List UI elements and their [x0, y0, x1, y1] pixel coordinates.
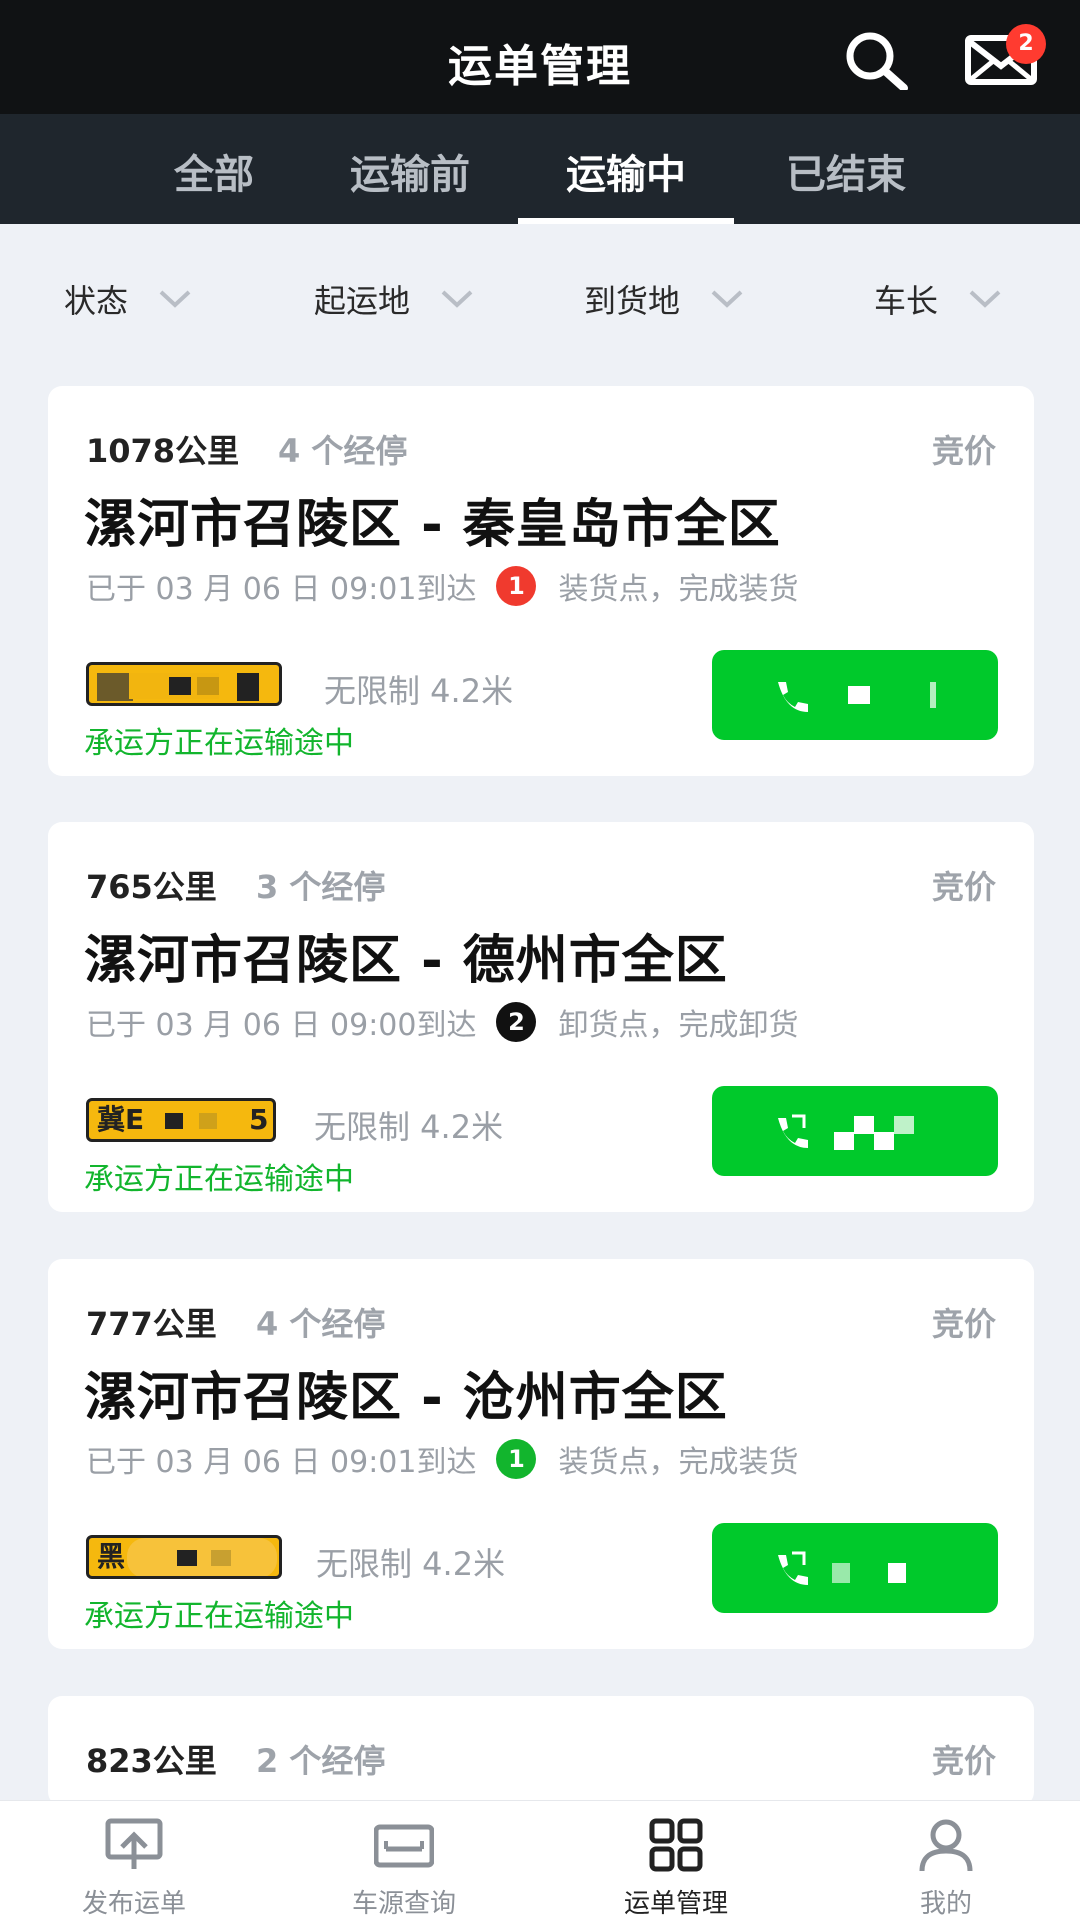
point-description: 卸货点，完成卸货 — [558, 1008, 799, 1043]
order-stops: 4 个经停 — [256, 1305, 386, 1343]
grid-icon — [649, 1818, 703, 1872]
filter-destination-label: 到货地 — [584, 282, 681, 320]
point-description: 装货点，完成装货 — [558, 572, 799, 607]
order-arrival: 已于 03 月 06 日 09:00到达 2 卸货点，完成卸货 — [86, 1000, 798, 1044]
nav-publish-order[interactable]: 发布运单 — [34, 1817, 234, 1920]
order-route: 漯河市召陵区 - 沧州市全区 — [84, 1368, 728, 1428]
nav-label: 发布运单 — [81, 1889, 186, 1919]
arrival-time: 已于 03 月 06 日 09:00到达 — [86, 1008, 477, 1043]
order-distance: 765公里 — [86, 868, 217, 906]
chevron-down-icon — [969, 290, 1001, 308]
order-mode: 竞价 — [931, 1305, 996, 1343]
point-number-badge: 1 — [496, 1439, 537, 1479]
order-mode: 竞价 — [931, 432, 996, 470]
phone-icon — [778, 1551, 808, 1585]
order-stops: 4 个经停 — [278, 432, 408, 470]
chevron-down-icon — [711, 290, 743, 308]
order-route: 漯河市召陵区 - 德州市全区 — [84, 931, 728, 991]
plate-text: 冀E — [97, 1103, 145, 1136]
call-carrier-button[interactable] — [712, 650, 998, 740]
filter-status[interactable]: 状态 — [64, 276, 192, 322]
message-count-badge: 2 — [1006, 24, 1046, 64]
filter-vehicle-length-label: 车长 — [874, 282, 939, 320]
plate-text: 黑 — [97, 1540, 126, 1573]
bottom-navigation: 发布运单 车源查询 运单管理 我的 — [0, 1800, 1080, 1920]
plate-tail: 5 — [249, 1103, 269, 1136]
top-bar: 运单管理 2 — [0, 0, 1080, 114]
transport-status: 承运方正在运输途中 — [84, 726, 354, 761]
tab-in-transport[interactable]: 运输中 — [536, 142, 716, 200]
tab-finished[interactable]: 已结束 — [756, 142, 936, 200]
license-plate: 冀E 5 — [86, 1098, 276, 1142]
filter-bar: 状态 起运地 到货地 车长 — [0, 224, 1080, 364]
order-card[interactable]: 765公里 3 个经停 竞价 漯河市召陵区 - 德州市全区 已于 03 月 06… — [48, 822, 1034, 1212]
chevron-down-icon — [441, 290, 473, 308]
chevron-down-icon — [159, 290, 191, 308]
tab-before-transport[interactable]: 运输前 — [320, 142, 500, 200]
nav-order-management[interactable]: 运单管理 — [576, 1817, 776, 1920]
arrival-time: 已于 03 月 06 日 09:01到达 — [86, 1445, 477, 1480]
nav-label: 我的 — [919, 1889, 972, 1919]
vehicle-spec: 无限制 4.2米 — [316, 1545, 506, 1583]
order-route: 漯河市召陵区 - 秦皇岛市全区 — [84, 495, 781, 555]
nav-label: 车源查询 — [351, 1889, 456, 1919]
publish-icon — [105, 1818, 163, 1869]
vehicle-spec: 无限制 4.2米 — [314, 1108, 504, 1146]
filter-destination[interactable]: 到货地 — [584, 276, 744, 322]
nav-label: 运单管理 — [623, 1889, 728, 1919]
order-card[interactable]: 1078公里 4 个经停 竞价 漯河市召陵区 - 秦皇岛市全区 已于 03 月 … — [48, 386, 1034, 776]
phone-icon — [778, 1114, 808, 1148]
transport-status: 承运方正在运输途中 — [84, 1162, 354, 1197]
order-stops: 3 个经停 — [256, 868, 386, 906]
point-description: 装货点，完成装货 — [558, 1445, 799, 1480]
search-icon[interactable] — [840, 30, 916, 90]
license-plate: 黑 — [86, 1535, 282, 1579]
point-number-badge: 1 — [496, 566, 537, 606]
vehicle-spec: 无限制 4.2米 — [324, 672, 514, 710]
tab-all[interactable]: 全部 — [124, 142, 304, 200]
order-distance: 777公里 — [86, 1305, 217, 1343]
nav-vehicle-search[interactable]: 车源查询 — [304, 1817, 504, 1920]
order-arrival: 已于 03 月 06 日 09:01到达 1 装货点，完成装货 — [86, 1437, 798, 1481]
license-plate — [86, 662, 282, 706]
transport-status: 承运方正在运输途中 — [84, 1599, 354, 1634]
order-stops: 2 个经停 — [256, 1742, 386, 1780]
filter-status-label: 状态 — [64, 282, 129, 320]
filter-origin[interactable]: 起运地 — [314, 276, 474, 322]
vehicle-search-icon — [374, 1824, 434, 1868]
order-card[interactable]: 823公里 2 个经停 竞价 — [48, 1696, 1034, 1806]
order-distance: 1078公里 — [86, 432, 240, 470]
order-mode: 竞价 — [931, 1742, 996, 1780]
user-icon — [919, 1819, 973, 1872]
call-carrier-button[interactable] — [712, 1523, 998, 1613]
order-distance: 823公里 — [86, 1742, 217, 1780]
filter-origin-label: 起运地 — [314, 282, 411, 320]
status-tabs: 全部 运输前 运输中 已结束 — [0, 114, 1080, 224]
page-title: 运单管理 — [448, 41, 632, 92]
arrival-time: 已于 03 月 06 日 09:01到达 — [86, 572, 477, 607]
filter-vehicle-length[interactable]: 车长 — [874, 276, 1002, 322]
call-carrier-button[interactable] — [712, 1086, 998, 1176]
nav-my-profile[interactable]: 我的 — [846, 1817, 1046, 1920]
order-mode: 竞价 — [931, 868, 996, 906]
order-arrival: 已于 03 月 06 日 09:01到达 1 装货点，完成装货 — [86, 564, 798, 608]
phone-icon — [778, 682, 808, 712]
order-card[interactable]: 777公里 4 个经停 竞价 漯河市召陵区 - 沧州市全区 已于 03 月 06… — [48, 1259, 1034, 1649]
point-number-badge: 2 — [496, 1002, 537, 1042]
